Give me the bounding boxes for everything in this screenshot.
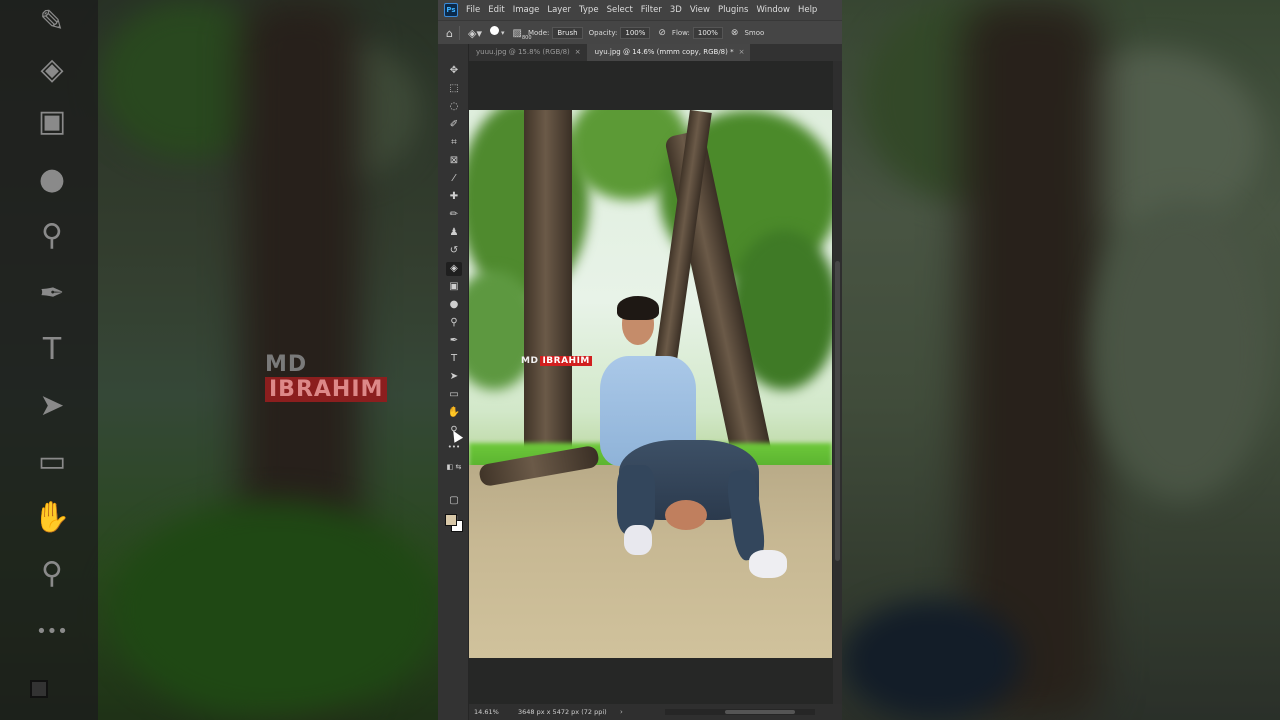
background-blur-left: ✎ ◈ ▣ ● ⚲ ✒ T ➤ ▭ ✋ ⚲ ••• MD IBRAHIM xyxy=(0,0,438,720)
tab-document-2[interactable]: uyu.jpg @ 14.6% (mmm copy, RGB/8) * × xyxy=(586,44,751,61)
hand-icon[interactable]: ✋ xyxy=(446,406,462,420)
gradient-icon[interactable]: ▣ xyxy=(446,280,462,294)
ghost-dodge-icon: ⚲ xyxy=(41,218,63,253)
path-select-icon[interactable]: ➤ xyxy=(446,370,462,384)
ghost-pen-icon: ✒ xyxy=(39,276,65,311)
menu-edit[interactable]: Edit xyxy=(488,5,504,15)
move-icon[interactable]: ✥ xyxy=(446,64,462,78)
menu-layer[interactable]: Layer xyxy=(547,5,571,15)
status-menu-arrow[interactable]: › xyxy=(620,708,623,716)
ghost-rectangle-icon: ▭ xyxy=(37,444,67,479)
quick-select-icon[interactable]: ✐ xyxy=(446,118,462,132)
horizontal-scrollbar[interactable] xyxy=(665,709,815,715)
type-icon[interactable]: T xyxy=(446,352,462,366)
ghost-eraser-icon: ◈ xyxy=(40,52,64,87)
foreground-color-swatch[interactable] xyxy=(445,514,457,526)
eraser-tool-preset-icon[interactable]: ◈▾ xyxy=(468,27,482,40)
person-shoe xyxy=(624,525,652,555)
ghost-zoom-icon: ⚲ xyxy=(41,556,63,591)
dodge-icon[interactable]: ⚲ xyxy=(446,316,462,330)
airbrush-icon[interactable]: ⊗ xyxy=(731,28,739,38)
brush-dropdown-icon[interactable]: ▾ xyxy=(501,29,505,37)
flow-label: Flow: xyxy=(671,29,690,37)
menu-3d[interactable]: 3D xyxy=(670,5,682,15)
background-blur-right xyxy=(842,0,1280,720)
blur-icon[interactable]: ● xyxy=(446,298,462,312)
menu-plugins[interactable]: Plugins xyxy=(718,5,748,15)
document-tab-bar: yuuu.jpg @ 15.8% (RGB/8) × uyu.jpg @ 14.6… xyxy=(468,44,842,61)
person-hair xyxy=(617,296,659,320)
menu-view[interactable]: View xyxy=(690,5,710,15)
marquee-icon[interactable]: ⬚ xyxy=(446,82,462,96)
rectangle-icon[interactable]: ▭ xyxy=(446,388,462,402)
smoothing-label: Smoo xyxy=(744,29,765,37)
document-photo[interactable] xyxy=(469,110,832,658)
close-icon[interactable]: × xyxy=(739,48,745,56)
menu-image[interactable]: Image xyxy=(513,5,540,15)
menu-bar: Ps File Edit Image Layer Type Select Fil… xyxy=(438,0,842,20)
mode-select[interactable]: Brush xyxy=(552,27,583,39)
tab-document-1[interactable]: yuuu.jpg @ 15.8% (RGB/8) × xyxy=(468,44,587,61)
document-info: 3648 px x 5472 px (72 ppi) xyxy=(518,708,607,716)
ghost-more-icon: ••• xyxy=(36,621,68,642)
vertical-scrollbar[interactable] xyxy=(833,61,842,704)
opacity-label: Opacity: xyxy=(588,29,618,37)
opacity-input[interactable]: 100% xyxy=(620,27,651,39)
ghost-gradient-icon: ▣ xyxy=(37,104,67,139)
stamp-icon[interactable]: ♟ xyxy=(446,226,462,240)
lasso-icon[interactable]: ◌ xyxy=(446,100,462,114)
close-icon[interactable]: × xyxy=(575,48,581,56)
ghost-toolbar: ✎ ◈ ▣ ● ⚲ ✒ T ➤ ▭ ✋ ⚲ ••• xyxy=(0,0,98,720)
app-logo-icon: Ps xyxy=(444,3,458,17)
eraser-icon[interactable]: ◈ xyxy=(446,262,462,276)
menu-file[interactable]: File xyxy=(466,5,480,15)
ghost-blur-icon: ● xyxy=(38,162,66,197)
person-hands xyxy=(665,500,707,530)
brush-settings-icon[interactable]: ▨ xyxy=(512,28,521,39)
ghost-swatch-icon xyxy=(30,680,48,698)
menu-filter[interactable]: Filter xyxy=(641,5,662,15)
menu-select[interactable]: Select xyxy=(607,5,633,15)
ghost-type-icon: T xyxy=(42,332,62,367)
ghost-path-select-icon: ➤ xyxy=(39,388,65,423)
pen-icon[interactable]: ✒ xyxy=(446,334,462,348)
status-bar: 14.61% 3648 px x 5472 px (72 ppi) › xyxy=(469,704,842,720)
brush-icon[interactable]: ✏ xyxy=(446,208,462,222)
home-icon[interactable]: ⌂ xyxy=(446,27,453,40)
options-bar: ⌂ ◈▾ ▾ ▨ Mode: Brush Opacity: 100% ⊘ Flo… xyxy=(438,20,842,45)
flow-input[interactable]: 100% xyxy=(692,27,723,39)
quick-mask-icon[interactable]: ▢ xyxy=(446,494,462,508)
frame-icon[interactable]: ⊠ xyxy=(446,154,462,168)
brush-preview-icon[interactable] xyxy=(489,25,499,35)
healing-icon[interactable]: ✚ xyxy=(446,190,462,204)
default-colors-icon[interactable]: ◧ ⇆ xyxy=(446,460,462,474)
zoom-level[interactable]: 14.61% xyxy=(474,708,518,716)
ghost-hand-icon: ✋ xyxy=(33,500,71,535)
person-shoe xyxy=(749,550,787,578)
brush-size-label: 800 xyxy=(522,35,532,41)
eyedropper-icon[interactable]: ⁄ xyxy=(446,172,462,186)
history-brush-icon[interactable]: ↺ xyxy=(446,244,462,258)
menu-help[interactable]: Help xyxy=(798,5,817,15)
ghost-watermark: MD IBRAHIM xyxy=(265,352,438,402)
watermark: MD IBRAHIM xyxy=(521,356,592,366)
menu-type[interactable]: Type xyxy=(579,5,599,15)
pressure-opacity-icon[interactable]: ⊘ xyxy=(658,28,666,38)
ghost-tool-icon: ✎ xyxy=(39,4,65,39)
menu-window[interactable]: Window xyxy=(756,5,790,15)
tools-panel: ✥ ⬚ ◌ ✐ ⌗ ⊠ ⁄ ✚ ✏ ♟ ↺ ◈ ▣ ● ⚲ ✒ T ➤ ▭ ✋ … xyxy=(438,44,469,720)
crop-icon[interactable]: ⌗ xyxy=(446,136,462,150)
